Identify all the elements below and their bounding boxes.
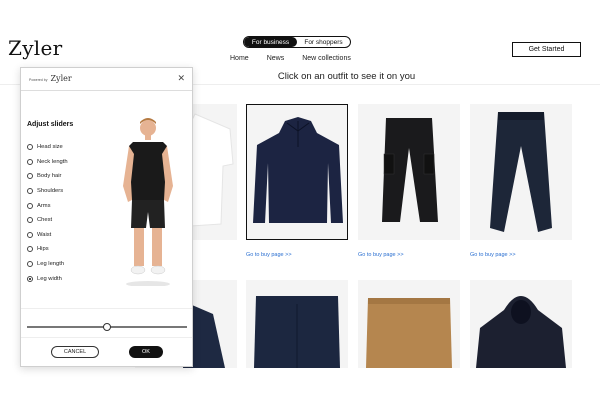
toggle-for-business[interactable]: For business <box>244 37 297 47</box>
option-hips[interactable]: Hips <box>27 242 68 257</box>
close-icon[interactable]: ✕ <box>177 73 185 84</box>
buy-link-navy-joggers[interactable]: Go to buy page >> <box>470 252 516 258</box>
radio-icon-selected[interactable] <box>27 275 33 282</box>
option-label: Hips <box>37 246 49 253</box>
option-leg-length[interactable]: Leg length <box>27 257 68 272</box>
nav-home[interactable]: Home <box>230 55 249 62</box>
dialog-header-divider <box>21 90 192 91</box>
navy-chinos-image <box>254 296 340 368</box>
navy-sweater-image <box>253 117 343 223</box>
option-label: Head size <box>37 144 63 151</box>
toggle-for-shoppers[interactable]: For shoppers <box>297 37 350 47</box>
cancel-button[interactable]: CANCEL <box>51 346 99 358</box>
dialog-title: Adjust sliders <box>27 121 74 128</box>
option-arms[interactable]: Arms <box>27 198 68 213</box>
option-neck-length[interactable]: Neck length <box>27 155 68 170</box>
main-nav: Home News New collections <box>230 55 351 62</box>
product-card-tan-chinos[interactable] <box>358 280 460 368</box>
option-label: Leg length <box>37 261 65 268</box>
option-label: Shoulders <box>37 188 64 195</box>
buy-link-black-cargo-pants[interactable]: Go to buy page >> <box>358 252 404 258</box>
buy-link-navy-sweater[interactable]: Go to buy page >> <box>246 252 292 258</box>
option-label: Body hair <box>37 173 62 180</box>
nav-news[interactable]: News <box>267 55 285 62</box>
leg-width-slider-track[interactable] <box>27 323 187 331</box>
radio-icon[interactable] <box>27 246 33 253</box>
page-bottom-area <box>0 368 600 400</box>
option-shoulders[interactable]: Shoulders <box>27 184 68 199</box>
dialog-slider-divider <box>21 308 192 309</box>
radio-icon[interactable] <box>27 261 33 268</box>
product-card-navy-chinos[interactable] <box>246 280 348 368</box>
adjust-sliders-dialog: Powered by Zyler ✕ Adjust sliders Head s… <box>20 67 193 367</box>
radio-icon[interactable] <box>27 217 33 224</box>
product-card-navy-joggers[interactable] <box>470 104 572 240</box>
black-cargo-pants-image <box>382 118 438 222</box>
slider-handle[interactable] <box>103 323 111 331</box>
radio-icon[interactable] <box>27 144 33 151</box>
dialog-brand: Zyler <box>50 74 72 83</box>
radio-icon[interactable] <box>27 188 33 195</box>
option-label: Leg width <box>37 275 62 282</box>
avatar-model-figure <box>123 118 173 286</box>
get-started-button[interactable]: Get Started <box>512 42 581 57</box>
navy-joggers-image <box>490 112 552 232</box>
nav-new-collections[interactable]: New collections <box>302 55 351 62</box>
radio-icon[interactable] <box>27 158 33 165</box>
navy-hoodie-image <box>476 296 566 368</box>
product-card-black-cargo-pants[interactable] <box>358 104 460 240</box>
body-part-options: Head size Neck length Body hair Shoulder… <box>27 140 68 286</box>
option-label: Neck length <box>37 158 68 165</box>
option-leg-width[interactable]: Leg width <box>27 271 68 286</box>
product-card-navy-sweater[interactable] <box>246 104 348 240</box>
radio-icon[interactable] <box>27 231 33 238</box>
product-card-navy-hoodie[interactable] <box>470 280 572 368</box>
option-body-hair[interactable]: Body hair <box>27 169 68 184</box>
tan-chinos-image <box>366 298 452 368</box>
radio-icon[interactable] <box>27 202 33 209</box>
option-waist[interactable]: Waist <box>27 228 68 243</box>
zyler-logo[interactable]: Zyler <box>8 36 63 60</box>
ok-button[interactable]: OK <box>129 346 163 358</box>
option-chest[interactable]: Chest <box>27 213 68 228</box>
option-label: Waist <box>37 231 52 238</box>
powered-by-text: Powered by <box>29 78 48 82</box>
audience-toggle[interactable]: For business For shoppers <box>243 36 351 48</box>
powered-by-zyler: Powered by Zyler <box>29 74 72 83</box>
option-label: Arms <box>37 202 51 209</box>
option-label: Chest <box>37 217 53 224</box>
option-head-size[interactable]: Head size <box>27 140 68 155</box>
radio-icon[interactable] <box>27 173 33 180</box>
dialog-footer-divider <box>21 337 192 338</box>
